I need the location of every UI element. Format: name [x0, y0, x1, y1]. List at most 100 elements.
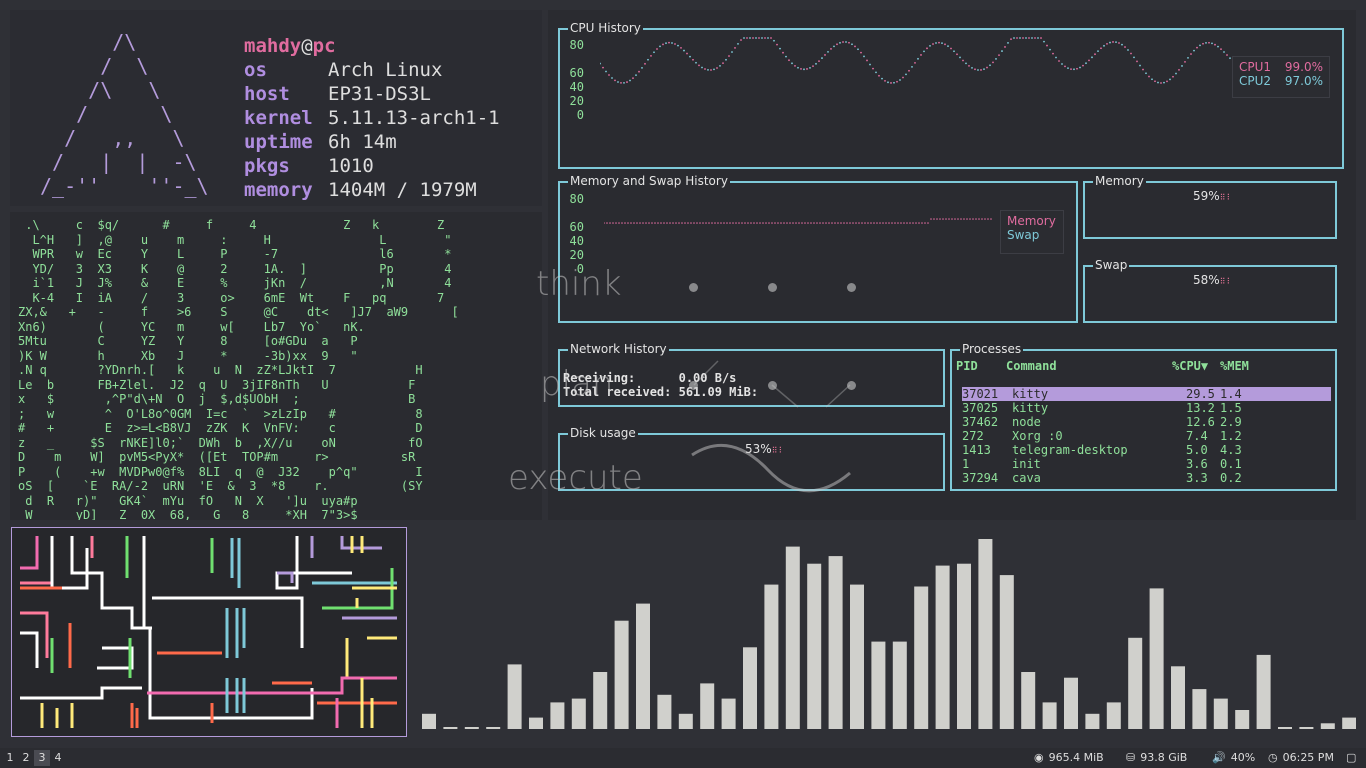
cpu-dot	[875, 71, 877, 74]
cpu-dot	[1115, 41, 1117, 44]
cpu-dot	[881, 77, 883, 80]
cpu-dot	[854, 45, 856, 48]
memory-dot	[954, 218, 956, 220]
process-mem: 2.9	[1220, 415, 1242, 429]
cpu-dot	[848, 41, 850, 44]
memory-dot	[816, 222, 818, 224]
swap-gauge-title: Swap	[1093, 258, 1130, 272]
workspace-4[interactable]: 4	[50, 750, 66, 766]
memory-dot	[927, 222, 929, 224]
memory-indicator[interactable]: ◉ 965.4 MiB	[1034, 748, 1104, 768]
cpu-history-plot	[600, 37, 1258, 84]
cpu-dot	[1064, 65, 1066, 68]
process-row[interactable]: 1 init 3.6 0.1	[962, 457, 1331, 471]
cpu-dot	[1190, 53, 1192, 55]
header-mem[interactable]: %MEM	[1220, 359, 1249, 373]
cpu-dot	[1058, 60, 1060, 62]
mem-axis-label: 80	[569, 192, 584, 206]
visualizer-bar	[593, 672, 608, 729]
cpu-dot	[923, 50, 925, 53]
cpu-dot	[1043, 40, 1045, 43]
swap-gauge-bar: ⠿⠇	[1219, 277, 1234, 286]
process-row[interactable]: 1413 telegram-desktop 5.0 4.3	[962, 443, 1331, 457]
visualizer-bar	[700, 683, 715, 729]
process-row-selected[interactable]: 37021 kitty 29.5 1.4	[962, 387, 1331, 401]
memory-dot	[699, 222, 701, 224]
cpu-dot	[956, 53, 958, 56]
cpu-dot	[611, 77, 613, 79]
cpu-dot	[1001, 50, 1003, 52]
clock[interactable]: ◷ 06:25 PM	[1268, 748, 1334, 768]
process-row[interactable]: 37294 cava 3.3 0.2	[962, 471, 1331, 485]
cpu-dot	[998, 54, 1000, 57]
header-cpu[interactable]: %CPU▼	[1172, 359, 1208, 373]
process-command: node	[1012, 415, 1041, 429]
cpu-dot	[737, 42, 739, 45]
cpu2-value: 97.0%	[1284, 74, 1323, 88]
header-pid[interactable]: PID	[956, 359, 978, 373]
swap-percent: 58%	[1193, 273, 1220, 287]
visualizer-bar	[1128, 637, 1143, 729]
info-key: kernel	[244, 107, 313, 129]
memory-dot	[747, 222, 749, 224]
cpu-dot	[1124, 46, 1126, 48]
memory-dot	[885, 222, 887, 224]
process-row[interactable]: 37025 kitty 13.2 1.5	[962, 401, 1331, 415]
cpu-history-widget: CPU History 80 60 40 20 0 CPU1 99.0% CPU…	[558, 21, 1344, 169]
memory-dot	[939, 218, 941, 220]
cpu-dot	[608, 74, 610, 76]
volume-indicator[interactable]: 🔊 40%	[1212, 748, 1255, 768]
process-row[interactable]: 272 Xorg :0 7.4 1.2	[962, 429, 1331, 443]
processes-header: PID Command %CPU▼ %MEM	[956, 359, 1331, 373]
notification-button[interactable]: ▢	[1346, 748, 1356, 768]
cpu-dot	[974, 68, 976, 71]
visualizer-bar	[1171, 666, 1185, 729]
cpu-dot	[1169, 78, 1171, 81]
processes-widget[interactable]: Processes PID Command %CPU▼ %MEM 37021 k…	[950, 342, 1337, 491]
matrix-rain-terminal[interactable]: .\ c $q/ # f 4 Z k Z L^H ] ,@ u m : H L …	[10, 212, 542, 520]
cpu-dot	[600, 62, 601, 65]
watermark-dot	[768, 283, 777, 292]
cpu-dot	[842, 41, 844, 43]
cpu-dot	[659, 45, 661, 48]
memory-dot	[858, 222, 860, 224]
workspace-1[interactable]: 1	[2, 750, 18, 766]
cpu-dot	[785, 55, 787, 58]
memory-dot	[768, 222, 770, 224]
cpu-dot	[830, 48, 832, 50]
workspace-2[interactable]: 2	[18, 750, 34, 766]
memory-dot	[831, 222, 833, 224]
visualizer-bar	[1085, 713, 1100, 729]
pipes-screensaver-terminal[interactable]	[11, 527, 407, 737]
cpu-dot	[1112, 41, 1114, 43]
memory-dot	[981, 218, 983, 220]
cpu-dot	[806, 68, 808, 70]
memory-dot	[612, 222, 614, 224]
visualizer-bar	[1021, 672, 1036, 729]
cpu-dot	[908, 69, 910, 72]
visualizer-bar	[871, 641, 886, 729]
cpu-dot	[731, 51, 733, 53]
memory-dot	[678, 222, 680, 224]
memory-gauge: 59%⠿⠇	[1193, 189, 1233, 203]
memory-dot	[861, 222, 863, 224]
cpu-history-title: CPU History	[568, 21, 643, 35]
memory-gauge-widget: Memory 59%⠿⠇	[1083, 174, 1337, 239]
process-cpu: 13.2	[1186, 401, 1215, 415]
cpu-dot	[1229, 57, 1231, 60]
cpu-dot	[1127, 49, 1129, 51]
process-command: cava	[1012, 471, 1041, 485]
memory-dot	[624, 222, 626, 224]
workspace-3[interactable]: 3	[34, 750, 50, 766]
memory-dot	[681, 222, 683, 224]
username: mahdy	[244, 35, 302, 57]
system-monitor[interactable]: CPU History 80 60 40 20 0 CPU1 99.0% CPU…	[548, 10, 1356, 520]
cpu-dot	[980, 69, 982, 71]
memory-dot	[705, 222, 707, 224]
process-row[interactable]: 37462 node 12.6 2.9	[962, 415, 1331, 429]
header-command[interactable]: Command	[1006, 359, 1057, 373]
disk-indicator[interactable]: ⛁ 93.8 GiB	[1126, 748, 1187, 768]
cpu-dot	[788, 59, 790, 62]
cpu-dot	[704, 68, 706, 70]
memory-dot	[750, 222, 752, 224]
